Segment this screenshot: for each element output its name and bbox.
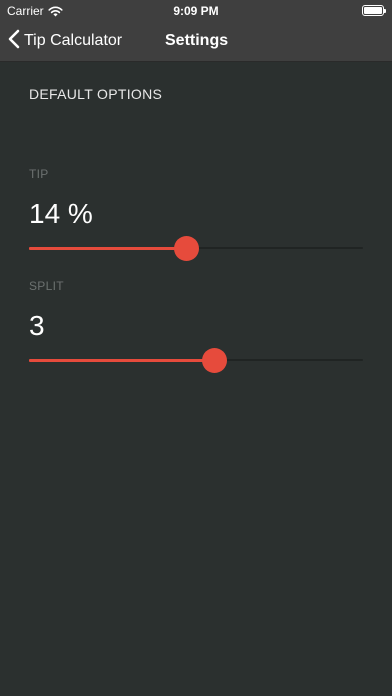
split-slider-thumb[interactable]: [202, 348, 228, 373]
back-button[interactable]: Tip Calculator: [8, 22, 122, 60]
split-slider-fill: [29, 359, 215, 362]
status-bar: Carrier 9:09 PM: [0, 0, 392, 22]
chevron-left-icon: [8, 29, 20, 54]
tip-slider[interactable]: [29, 236, 363, 261]
tip-slider-thumb[interactable]: [173, 236, 199, 261]
tip-slider-fill: [29, 247, 186, 250]
split-label: SPLIT: [29, 279, 64, 293]
section-header-default-options: DEFAULT OPTIONS: [29, 86, 163, 102]
split-slider[interactable]: [29, 348, 363, 373]
navigation-bar: Tip Calculator Settings: [0, 22, 392, 62]
battery-level: [364, 7, 382, 14]
battery-icon: [362, 5, 386, 16]
tip-label: TIP: [29, 167, 49, 181]
back-button-label: Tip Calculator: [24, 32, 123, 49]
tip-value: 14 %: [29, 198, 93, 229]
split-value: 3: [29, 310, 45, 341]
status-time: 9:09 PM: [173, 4, 219, 18]
page-title: Settings: [165, 32, 229, 49]
